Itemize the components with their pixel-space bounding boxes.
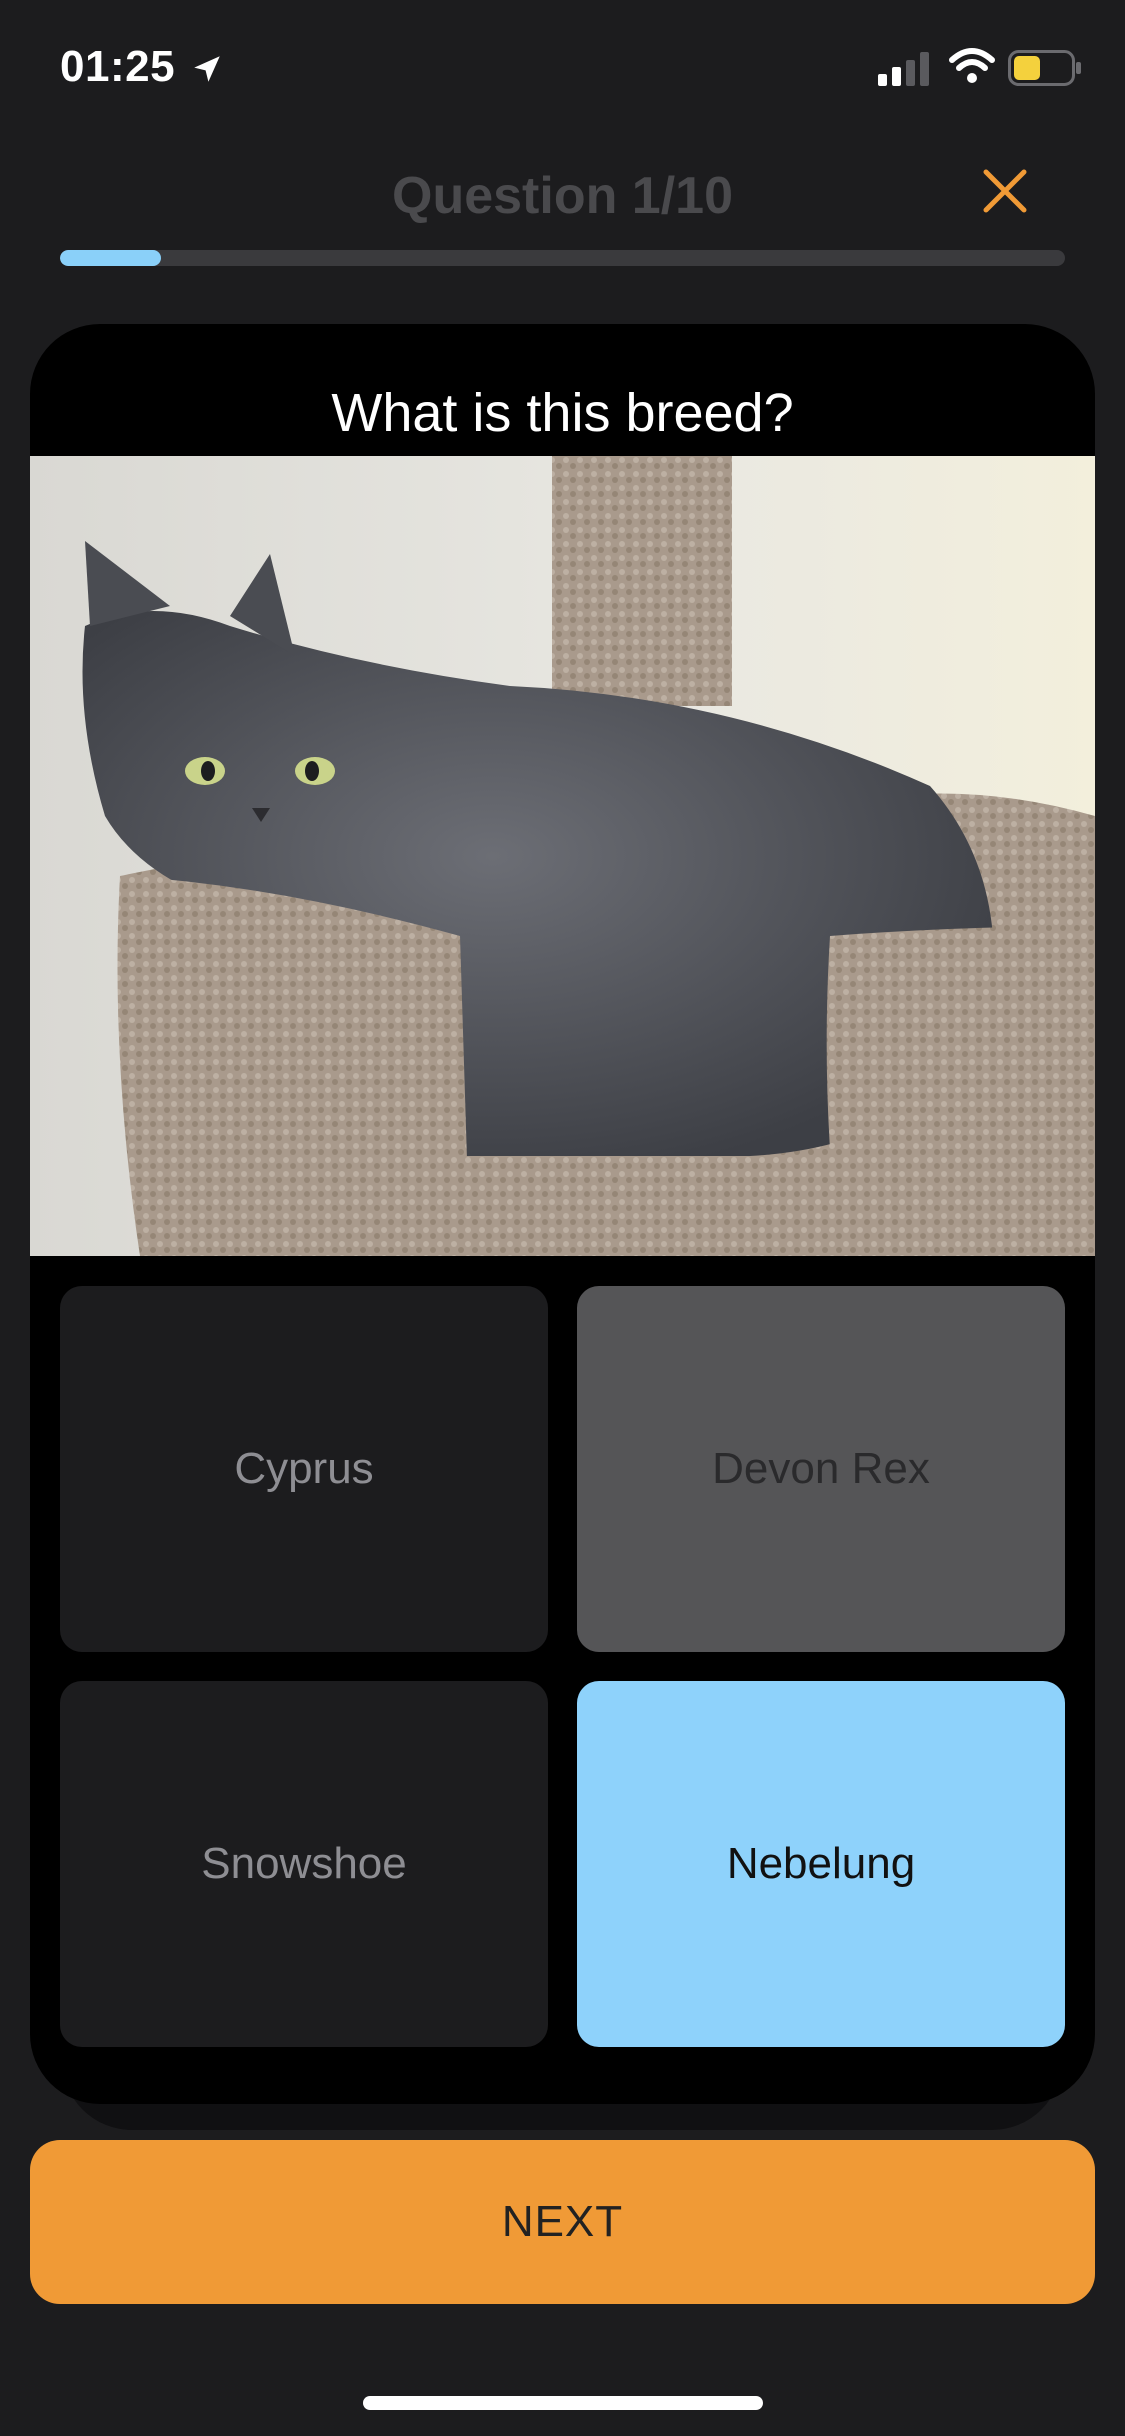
close-icon[interactable] <box>980 166 1030 216</box>
cellular-signal-icon <box>878 52 929 86</box>
cat-photo <box>30 456 1095 1256</box>
quiz-screen: 01:25 Question 1/10 What is this breed? … <box>0 0 1125 2436</box>
next-button-label: NEXT <box>501 2197 624 2246</box>
answer-option-4-selected[interactable]: Nebelung <box>577 1681 1065 2047</box>
home-indicator[interactable] <box>363 2396 763 2410</box>
answer-option-1[interactable]: Cyprus <box>60 1286 548 1652</box>
location-arrow-icon <box>194 56 220 82</box>
progress-fill <box>60 250 161 266</box>
answer-option-label: Devon Rex <box>712 1444 930 1493</box>
progress-bar <box>60 250 1065 266</box>
battery-icon <box>1008 50 1081 86</box>
question-card: What is this breed? Cyprus Devon Rex Sno… <box>30 324 1095 2104</box>
wifi-icon <box>949 48 995 83</box>
answer-grid: Cyprus Devon Rex Snowshoe Nebelung <box>60 1286 1065 2076</box>
question-text: What is this breed? <box>331 383 794 443</box>
next-button[interactable]: NEXT <box>30 2140 1095 2304</box>
answer-option-label: Nebelung <box>726 1839 916 1888</box>
status-time: 01:25 <box>60 42 176 91</box>
answer-option-label: Snowshoe <box>201 1839 407 1888</box>
status-bar: 01:25 <box>0 0 1125 140</box>
answer-option-2[interactable]: Devon Rex <box>577 1286 1065 1652</box>
answer-option-3[interactable]: Snowshoe <box>60 1681 548 2047</box>
page-title: Question 1/10 <box>392 167 733 225</box>
answer-option-label: Cyprus <box>234 1444 374 1493</box>
